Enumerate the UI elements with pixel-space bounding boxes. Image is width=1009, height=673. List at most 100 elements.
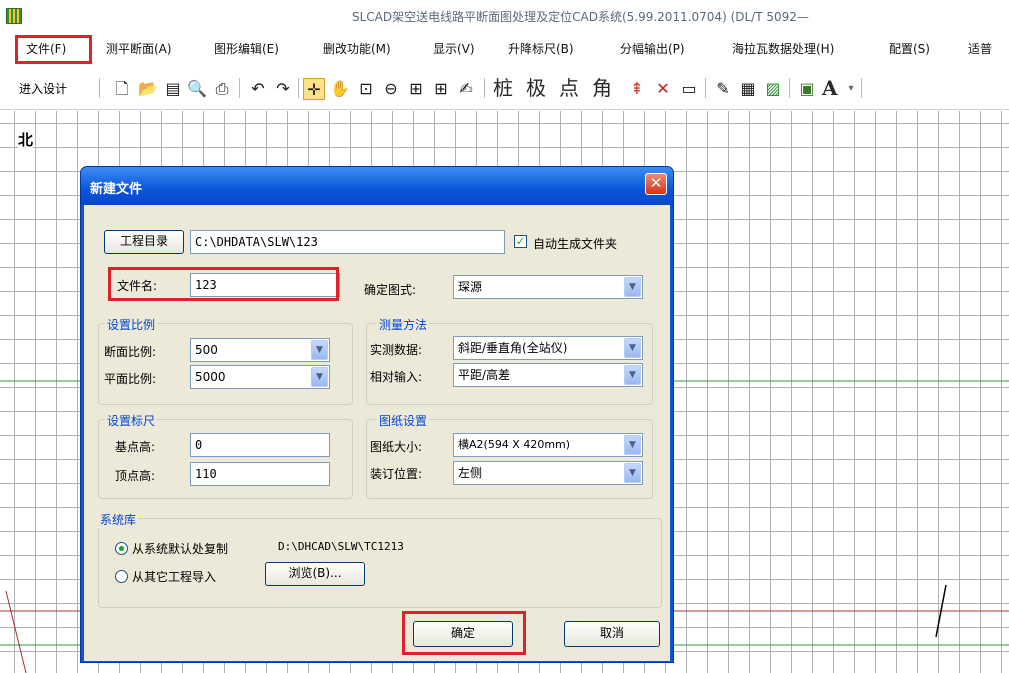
- toolbar-separator: [484, 78, 485, 98]
- auto-folder-checkbox[interactable]: ✓: [514, 235, 527, 248]
- menu-suppoint[interactable]: 适普: [968, 32, 992, 66]
- measured-data-label: 实测数据:: [370, 343, 423, 357]
- top-height-label: 顶点高:: [115, 469, 156, 483]
- project-dir-button[interactable]: 工程目录: [104, 230, 184, 254]
- chevron-down-icon[interactable]: ▼: [624, 435, 641, 455]
- ruler-icon[interactable]: ▭: [678, 78, 700, 100]
- menu-output[interactable]: 分幅输出(P): [620, 32, 685, 66]
- toolbar-separator: [298, 78, 299, 98]
- pan-hand-icon[interactable]: ✋: [329, 78, 351, 100]
- new-file-dialog: 新建文件 ✕ 工程目录 C:\DHDATA\SLW\123 ✓ 自动生成文件夹 …: [80, 166, 674, 663]
- section-scale-label: 断面比例:: [104, 345, 157, 359]
- toolbar-separator: [99, 78, 100, 98]
- binding-select[interactable]: 左侧 ▼: [453, 461, 643, 485]
- grid-icon[interactable]: ⊞: [430, 78, 452, 100]
- chevron-down-icon[interactable]: ▼: [311, 340, 328, 360]
- menu-config[interactable]: 配置(S): [889, 32, 930, 66]
- base-height-field[interactable]: 0: [190, 433, 330, 457]
- paper-group-title: 图纸设置: [377, 412, 430, 429]
- toolbar-char-angle[interactable]: 角: [592, 76, 612, 100]
- dialog-title: 新建文件: [90, 182, 143, 197]
- scale-group: 设置比例: [98, 316, 353, 405]
- toolbar-char-stake[interactable]: 桩: [493, 76, 513, 100]
- toolbar-char-pole[interactable]: 极: [526, 76, 546, 100]
- title-bar: SLCAD架空送电线路平断面图处理及定位CAD系统(5.99.2011.0704…: [0, 0, 1009, 32]
- copy-default-radio[interactable]: [115, 542, 128, 555]
- syslib-group-title: 系统库: [98, 511, 139, 528]
- paper-size-label: 图纸大小:: [370, 440, 423, 454]
- font-dropdown-icon[interactable]: ▾: [840, 78, 862, 100]
- base-height-label: 基点高:: [115, 440, 156, 454]
- toolbar: 进入设计 🗋 📂 ▤ 🔍 ⎙ ↶ ↷ ✛ ✋ ⊡ ⊖ ⊞ ⊞ ✍ 桩 极 点 角…: [0, 66, 1009, 110]
- frame-icon[interactable]: ▤: [162, 78, 184, 100]
- slope-line: [5, 590, 27, 673]
- chart-icon[interactable]: ▨: [762, 78, 784, 100]
- menu-ruler[interactable]: 升降标尺(B): [508, 32, 574, 66]
- crosshair-icon[interactable]: ✛: [303, 78, 325, 100]
- menu-file-highlight: [15, 35, 92, 64]
- binding-label: 装订位置:: [370, 467, 423, 481]
- menu-helava[interactable]: 海拉瓦数据处理(H): [732, 32, 834, 66]
- toolbar-separator: [239, 78, 240, 98]
- layer-icon[interactable]: ▣: [796, 78, 818, 100]
- cross-arm-icon[interactable]: ✕: [652, 78, 674, 100]
- measured-data-select[interactable]: 斜距/垂直角(全站仪) ▼: [453, 336, 643, 360]
- menu-bar: 文件(F) 测平断面(A) 图形编辑(E) 删改功能(M) 显示(V) 升降标尺…: [0, 32, 1009, 66]
- chevron-down-icon[interactable]: ▼: [624, 277, 641, 297]
- enter-design-button[interactable]: 进入设计: [19, 80, 67, 97]
- toolbar-char-point[interactable]: 点: [559, 76, 579, 100]
- top-height-field[interactable]: 110: [190, 462, 330, 486]
- menu-modify[interactable]: 删改功能(M): [323, 32, 391, 66]
- redo-icon[interactable]: ↷: [272, 78, 294, 100]
- chevron-down-icon[interactable]: ▼: [624, 338, 641, 358]
- toolbar-separator: [705, 78, 706, 98]
- measure-group-title: 测量方法: [377, 316, 430, 333]
- project-dir-field[interactable]: C:\DHDATA\SLW\123: [190, 230, 505, 254]
- open-folder-icon[interactable]: 📂: [137, 78, 159, 100]
- scale-group-title: 设置比例: [105, 316, 158, 333]
- toolbar-separator: [861, 78, 862, 98]
- tower-icon[interactable]: ⇞: [626, 78, 648, 100]
- menu-graphic-edit[interactable]: 图形编辑(E): [214, 32, 279, 66]
- paper-size-select[interactable]: 横A2(594 X 420mm) ▼: [453, 433, 643, 457]
- chevron-down-icon[interactable]: ▼: [624, 463, 641, 483]
- edit-text-icon[interactable]: ✎: [712, 78, 734, 100]
- section-scale-select[interactable]: 500 ▼: [190, 338, 330, 362]
- plane-scale-select[interactable]: 5000 ▼: [190, 365, 330, 389]
- auto-folder-label: 自动生成文件夹: [533, 237, 618, 251]
- zoom-out-icon[interactable]: ⊖: [380, 78, 402, 100]
- import-other-radio[interactable]: [115, 570, 128, 583]
- chevron-down-icon[interactable]: ▼: [624, 365, 641, 385]
- import-other-label: 从其它工程导入: [132, 570, 217, 584]
- print-icon[interactable]: ⎙: [211, 78, 233, 100]
- close-icon[interactable]: ✕: [645, 173, 667, 195]
- binding-value: 左侧: [458, 466, 483, 480]
- toolbar-separator: [789, 78, 790, 98]
- font-icon[interactable]: A: [822, 76, 838, 100]
- zoom-window-icon[interactable]: ⊡: [355, 78, 377, 100]
- zoom-extents-icon[interactable]: ⊞: [405, 78, 427, 100]
- style-select[interactable]: 琛源 ▼: [453, 275, 643, 299]
- new-file-icon[interactable]: 🗋: [111, 78, 133, 100]
- relative-input-select[interactable]: 平距/高差 ▼: [453, 363, 643, 387]
- relative-input-value: 平距/高差: [458, 368, 511, 382]
- plane-scale-value: 5000: [195, 370, 226, 384]
- relative-input-label: 相对输入:: [370, 370, 423, 384]
- measured-data-value: 斜距/垂直角(全站仪): [458, 341, 568, 355]
- ruler-group-title: 设置标尺: [105, 412, 158, 429]
- section-scale-value: 500: [195, 343, 218, 357]
- window-title: SLCAD架空送电线路平断面图处理及定位CAD系统(5.99.2011.0704…: [352, 10, 809, 24]
- paper-group: 图纸设置: [366, 412, 653, 499]
- menu-display[interactable]: 显示(V): [433, 32, 475, 66]
- settings-table-icon[interactable]: ▦: [737, 78, 759, 100]
- cancel-button[interactable]: 取消: [564, 621, 660, 647]
- file-name-highlight: [108, 267, 339, 301]
- app-icon: [6, 8, 22, 24]
- chevron-down-icon[interactable]: ▼: [311, 367, 328, 387]
- browse-button[interactable]: 浏览(B)...: [265, 562, 365, 586]
- print-preview-icon[interactable]: 🔍: [186, 78, 208, 100]
- draw-icon[interactable]: ✍: [455, 78, 477, 100]
- undo-icon[interactable]: ↶: [247, 78, 269, 100]
- syslib-group: 系统库: [98, 511, 662, 608]
- menu-measure-section[interactable]: 测平断面(A): [106, 32, 172, 66]
